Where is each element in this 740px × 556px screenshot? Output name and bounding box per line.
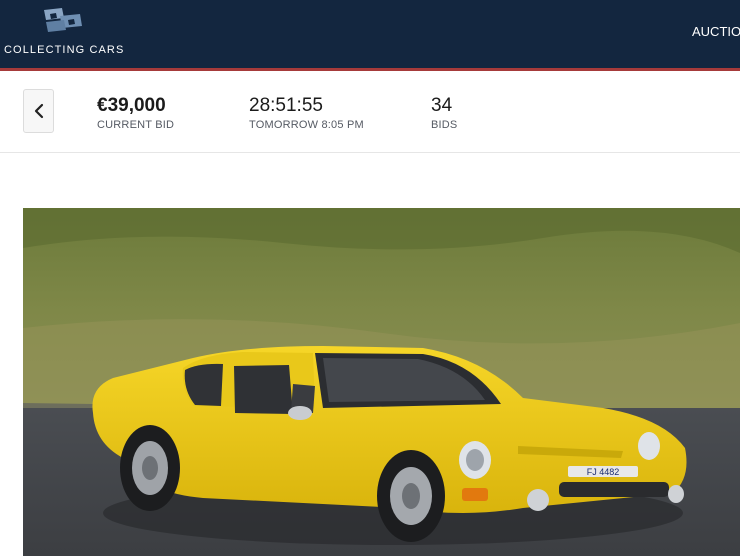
site-header: COLLECTING CARS AUCTIO [0, 0, 740, 68]
countdown-value: 28:51:55 [249, 95, 323, 116]
bids-count: 34 [431, 95, 453, 116]
license-plate: FJ 4482 [587, 467, 620, 477]
brand-name: COLLECTING CARS [4, 44, 125, 56]
back-button[interactable] [23, 89, 54, 133]
current-bid-label: CURRENT BID [97, 119, 175, 131]
car-photo[interactable]: FJ 4482 [23, 208, 740, 556]
bid-status-bar: €39,000 CURRENT BID 28:51:55 TOMORROW 8:… [0, 71, 740, 153]
time-left-stat: 28:51:55 TOMORROW 8:05 PM [249, 95, 364, 131]
bids-stat: 34 BIDS [431, 95, 457, 131]
current-bid-stat: €39,000 CURRENT BID [97, 95, 174, 131]
bids-label: BIDS [431, 119, 458, 131]
nav-auctions-link[interactable]: AUCTIO [692, 24, 740, 39]
car-photo-image: FJ 4482 [23, 208, 740, 556]
end-time-label: TOMORROW 8:05 PM [249, 119, 364, 131]
site-logo[interactable]: COLLECTING CARS [4, 4, 124, 62]
chevron-left-icon [34, 103, 43, 119]
logo-flag-icon [44, 8, 82, 32]
current-bid-value: €39,000 [97, 95, 166, 116]
